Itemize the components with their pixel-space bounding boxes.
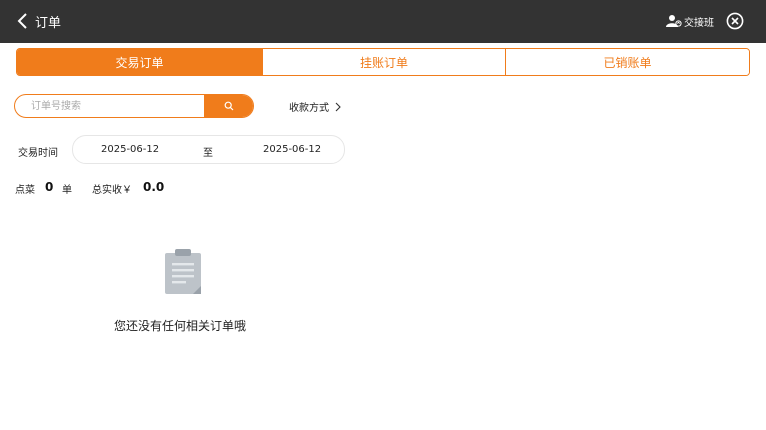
close-circle-icon[interactable] [726, 12, 744, 30]
date-separator: 至 [203, 148, 213, 159]
payment-method-filter[interactable]: 收款方式 [289, 99, 341, 114]
order-search-box [14, 94, 254, 118]
date-range-picker: 2025-06-12 至 2025-06-12 [72, 135, 345, 164]
orders-count-label: 点菜 [15, 185, 35, 196]
handover-label: 交接班 [684, 17, 714, 29]
payment-method-label: 收款方式 [289, 103, 329, 114]
orders-count-unit: 单 [62, 185, 72, 196]
top-bar: 订单 交接班 [0, 0, 766, 43]
tab-settled-orders[interactable]: 已销账单 [505, 49, 749, 75]
order-type-tabs: 交易订单 挂账订单 已销账单 [16, 48, 750, 76]
user-swap-icon [666, 15, 682, 27]
empty-clipboard-icon [165, 249, 201, 294]
handover-button[interactable]: 交接班 [666, 12, 714, 30]
page-title: 订单 [35, 16, 62, 31]
end-date[interactable]: 2025-06-12 [263, 144, 321, 155]
total-received-label: 总实收￥ [92, 185, 132, 196]
tab-transaction-orders[interactable]: 交易订单 [17, 49, 262, 75]
chevron-right-icon [335, 102, 341, 111]
search-input[interactable] [15, 95, 205, 117]
start-date[interactable]: 2025-06-12 [101, 144, 159, 155]
search-icon [224, 101, 234, 111]
total-received-value: 0.0 [143, 180, 165, 194]
back-arrow-icon[interactable] [14, 11, 34, 31]
orders-count-value: 0 [45, 180, 54, 194]
search-button[interactable] [204, 95, 253, 117]
tab-credit-orders[interactable]: 挂账订单 [262, 49, 505, 75]
date-filter-label: 交易时间 [18, 148, 58, 159]
empty-state-message: 您还没有任何相关订单哦 [114, 319, 247, 333]
